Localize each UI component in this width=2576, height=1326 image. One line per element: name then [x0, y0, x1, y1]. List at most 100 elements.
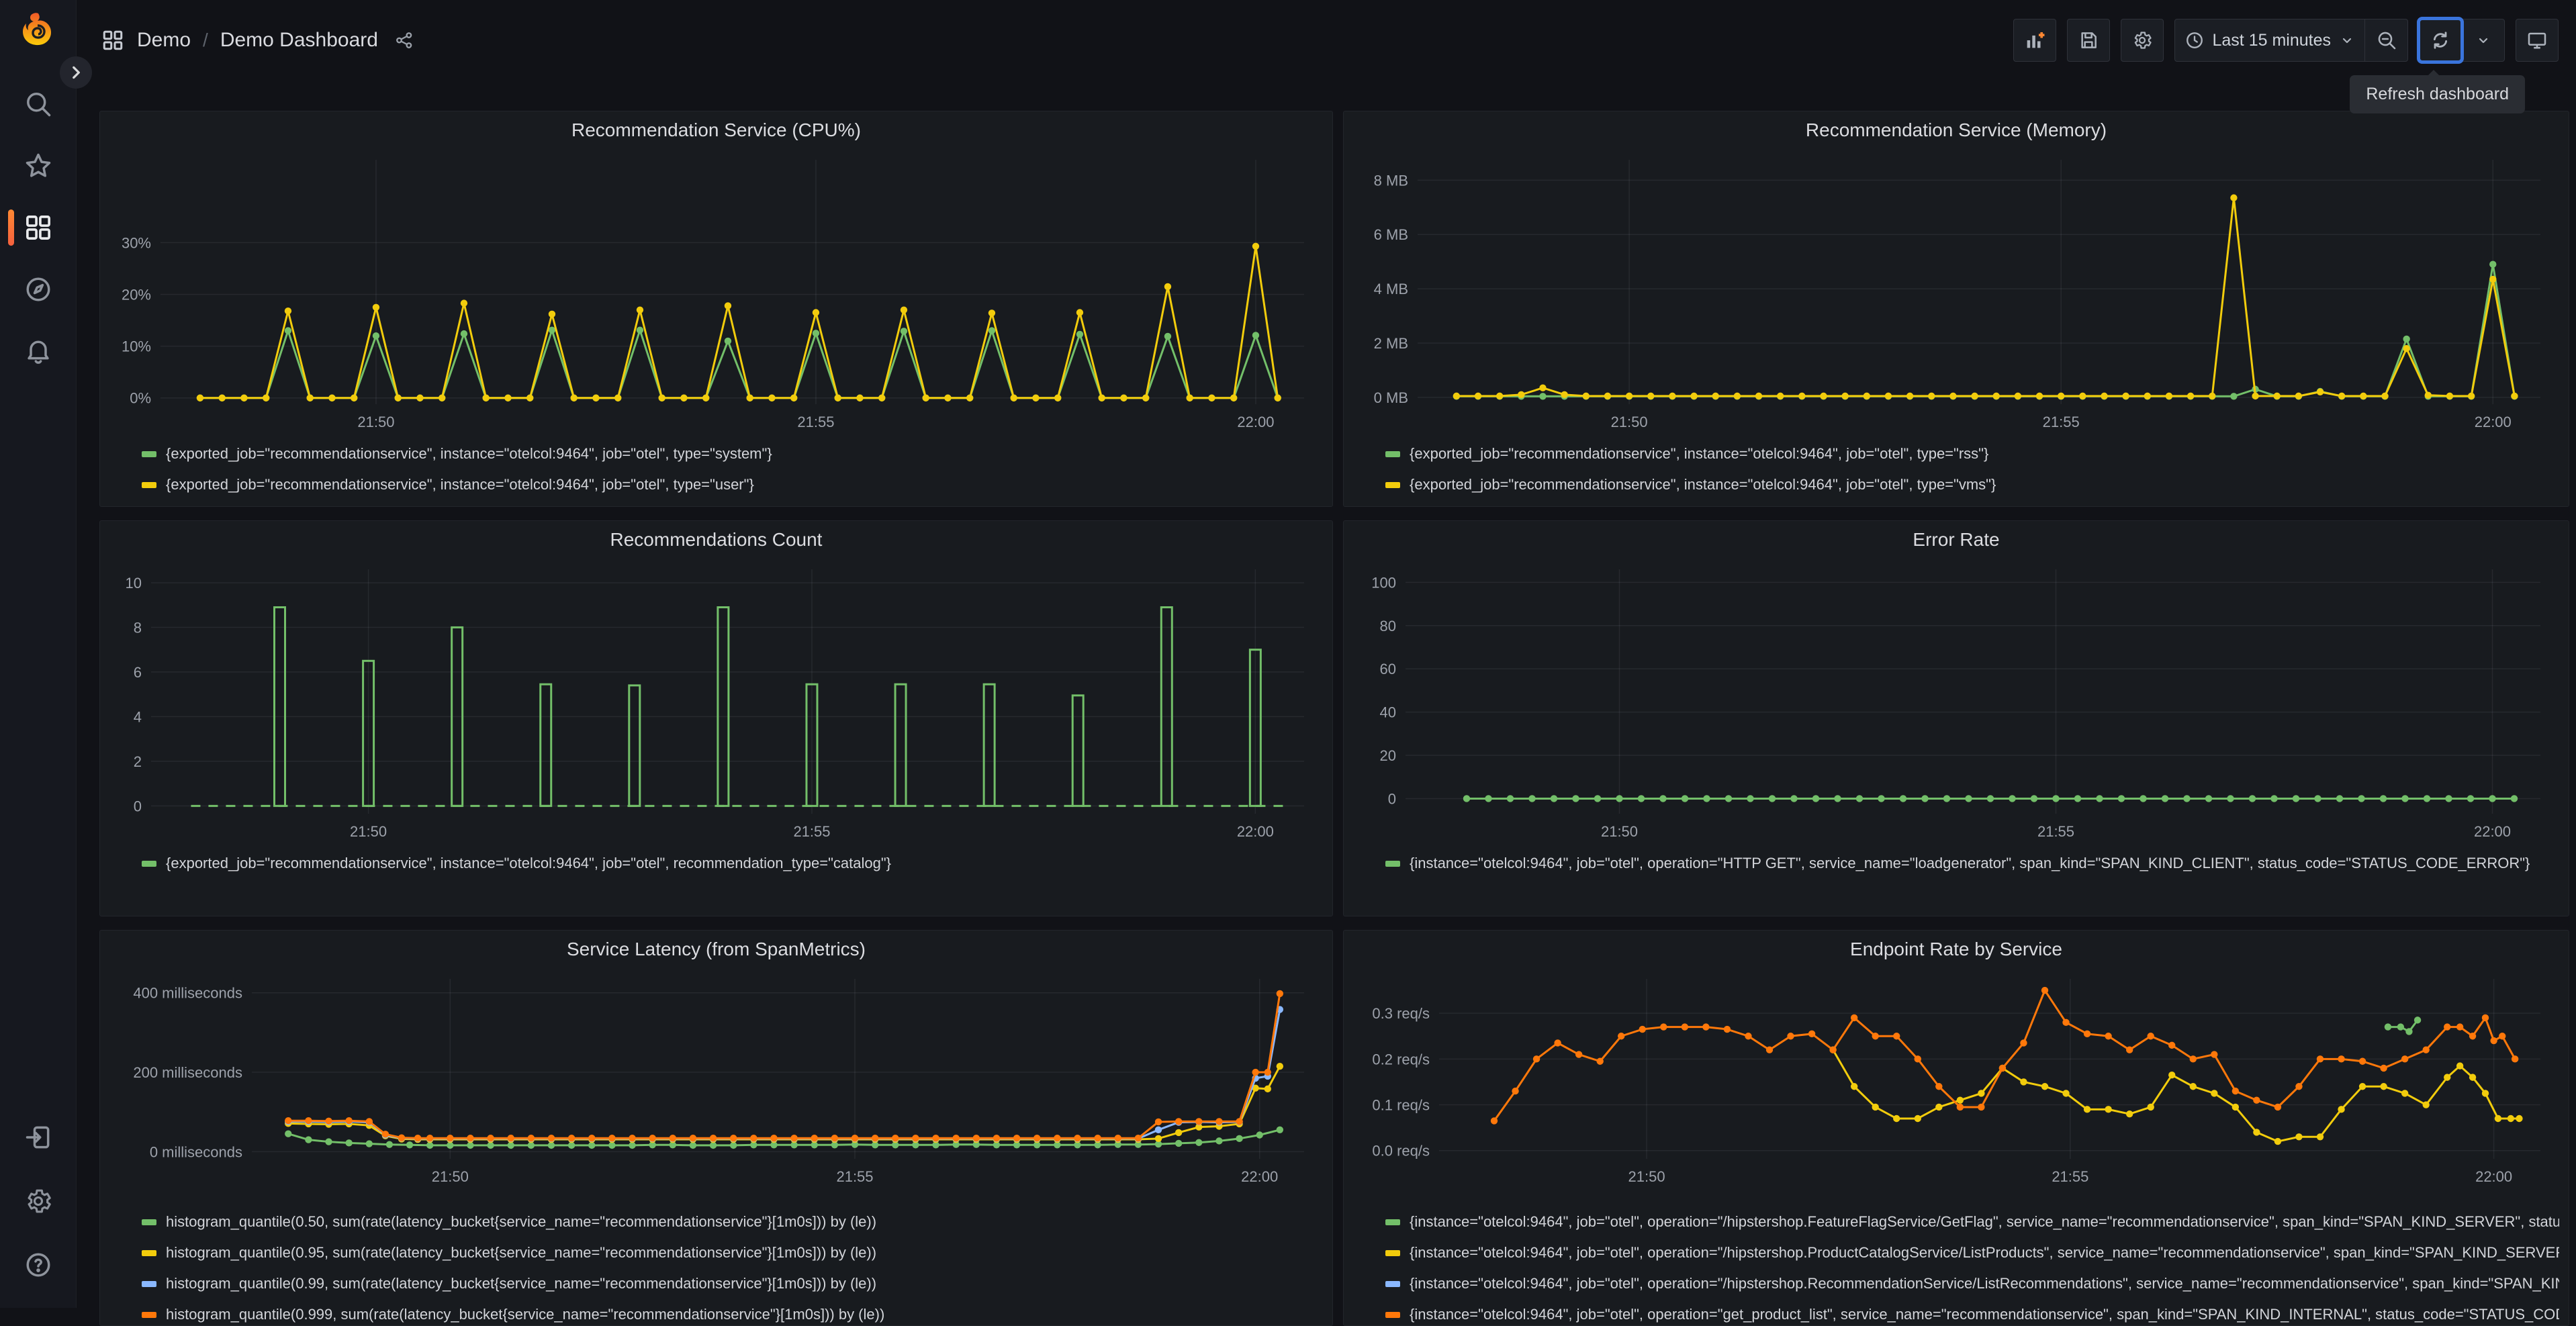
legend-label[interactable]: histogram_quantile(0.99, sum(rate(latenc… — [166, 1275, 876, 1292]
panel-title[interactable]: Endpoint Rate by Service — [1353, 931, 2559, 968]
legend-item[interactable]: {instance="otelcol:9464", job="otel", op… — [1385, 1268, 2559, 1299]
panel-title[interactable]: Error Rate — [1353, 521, 2559, 559]
refresh-icon — [2433, 32, 2448, 49]
monitor-icon — [2528, 32, 2546, 49]
sidebar-item-dashboards[interactable] — [21, 210, 56, 245]
legend-item[interactable]: histogram_quantile(0.95, sum(rate(latenc… — [142, 1237, 1323, 1268]
x-axis-tick-label: 21:55 — [2043, 414, 2080, 430]
x-axis-tick-label: 21:55 — [793, 823, 830, 840]
panel-title[interactable]: Recommendations Count — [109, 521, 1323, 559]
y-axis-tick-label: 0.0 req/s — [1372, 1143, 1430, 1159]
x-axis-tick-label: 21:50 — [1628, 1168, 1665, 1185]
refresh-tooltip-text: Refresh dashboard — [2366, 85, 2509, 103]
time-series-plot[interactable]: 21:50 21:55 22:00 0 milliseconds 200 millise… — [109, 968, 1323, 1190]
y-axis-tick-label: 6 MB — [1374, 226, 1408, 243]
grafana-app: Demo / Demo Dashboard Last 15 minutes Re… — [0, 0, 2576, 1326]
time-series-plot[interactable]: 21:50 21:55 22:00 0 MB 2 MB 4 MB 6 MB 8 MB — [1353, 149, 2559, 435]
legend-item[interactable]: {exported_job="recommendationservice", i… — [142, 438, 1323, 469]
y-axis-tick-label: 20 — [1380, 747, 1396, 764]
y-axis-tick-label: 80 — [1380, 618, 1396, 634]
legend-item[interactable]: {instance="otelcol:9464", job="otel", op… — [1385, 848, 2559, 879]
legend-swatch-icon — [142, 1219, 156, 1225]
panel-title[interactable]: Recommendation Service (CPU%) — [109, 111, 1323, 149]
legend-label[interactable]: {instance="otelcol:9464", job="otel", op… — [1410, 1275, 2559, 1292]
legend-label[interactable]: {instance="otelcol:9464", job="otel", op… — [1410, 1306, 2559, 1323]
y-axis-tick-label: 100 — [1371, 574, 1396, 591]
legend-swatch-icon — [1385, 1311, 1400, 1318]
panel-title[interactable]: Recommendation Service (Memory) — [1353, 111, 2559, 149]
breadcrumb-page[interactable]: Demo Dashboard — [220, 29, 378, 52]
chevron-down-icon — [2342, 38, 2352, 44]
y-axis-tick-label: 10 — [126, 575, 142, 591]
search-icon — [27, 93, 51, 117]
legend-label[interactable]: {instance="otelcol:9464", job="otel", op… — [1410, 855, 2530, 872]
legend-swatch-icon — [142, 860, 156, 867]
sidebar-expand-button[interactable] — [60, 56, 92, 89]
panel-title[interactable]: Service Latency (from SpanMetrics) — [109, 931, 1323, 968]
dashboard-settings-button[interactable] — [2120, 19, 2164, 62]
save-icon — [2080, 32, 2097, 48]
time-range-picker[interactable]: Last 15 minutes — [2174, 19, 2365, 62]
x-axis-tick-label: 22:00 — [1237, 823, 1274, 840]
dashboard-grid: Recommendation Service (CPU%) 21:50 21:55 2… — [99, 111, 2569, 1326]
x-axis-tick-label: 21:55 — [2037, 823, 2074, 840]
legend-item[interactable]: {exported_job="recommendationservice", i… — [142, 848, 1323, 879]
legend-item[interactable]: {instance="otelcol:9464", job="otel", op… — [1385, 1237, 2559, 1268]
chevron-down-icon — [2479, 38, 2487, 44]
sidebar-item-alerting[interactable] — [21, 334, 56, 369]
sidebar-item-help[interactable] — [21, 1247, 56, 1282]
y-axis-tick-label: 4 — [134, 708, 142, 725]
legend-label[interactable]: {exported_job="recommendationservice", i… — [166, 476, 754, 493]
time-series-plot[interactable]: 21:50 21:55 22:00 0 2 4 6 8 10 — [109, 559, 1323, 845]
sign-in-icon — [26, 1126, 50, 1149]
legend-item[interactable]: histogram_quantile(0.99, sum(rate(latenc… — [142, 1268, 1323, 1299]
y-axis-tick-label: 0 MB — [1374, 389, 1408, 406]
panel-legend: {instance="otelcol:9464", job="otel", op… — [1385, 1206, 2559, 1325]
legend-item[interactable]: {exported_job="recommendationservice", i… — [142, 469, 1323, 500]
legend-label[interactable]: {instance="otelcol:9464", job="otel", op… — [1410, 1244, 2559, 1262]
legend-label[interactable]: histogram_quantile(0.999, sum(rate(laten… — [166, 1306, 884, 1323]
add-panel-button[interactable] — [2013, 19, 2056, 62]
zoom-out-icon — [2378, 32, 2395, 50]
x-axis-tick-label: 22:00 — [2474, 823, 2511, 840]
y-axis-tick-label: 0.1 req/s — [1372, 1097, 1430, 1114]
y-axis-tick-label: 30% — [122, 234, 151, 251]
sidebar-item-configuration[interactable] — [21, 1184, 56, 1219]
sidebar-item-sign-in[interactable] — [21, 1120, 56, 1155]
share-dashboard-button[interactable] — [394, 30, 414, 50]
legend-item[interactable]: {exported_job="recommendationservice", i… — [1385, 438, 2559, 469]
legend-swatch-icon — [1385, 1280, 1400, 1287]
legend-label[interactable]: {exported_job="recommendationservice", i… — [1410, 445, 1988, 463]
kiosk-mode-button[interactable] — [2516, 19, 2559, 62]
legend-swatch-icon — [1385, 1249, 1400, 1256]
zoom-out-button[interactable] — [2365, 19, 2408, 62]
x-axis-tick-label: 21:55 — [836, 1168, 873, 1185]
breadcrumb-section[interactable]: Demo — [137, 29, 191, 52]
gear-icon — [2134, 32, 2152, 49]
legend-label[interactable]: histogram_quantile(0.50, sum(rate(latenc… — [166, 1213, 876, 1231]
legend-label[interactable]: histogram_quantile(0.95, sum(rate(latenc… — [166, 1244, 876, 1262]
sidebar-item-explore[interactable] — [21, 272, 56, 307]
refresh-button[interactable] — [2417, 17, 2464, 64]
sidebar-item-search[interactable] — [21, 87, 56, 122]
save-dashboard-button[interactable] — [2066, 19, 2110, 62]
legend-item[interactable]: {instance="otelcol:9464", job="otel", op… — [1385, 1299, 2559, 1325]
legend-label[interactable]: {exported_job="recommendationservice", i… — [166, 855, 891, 872]
legend-item[interactable]: {instance="otelcol:9464", job="otel", op… — [1385, 1206, 2559, 1237]
legend-item[interactable]: histogram_quantile(0.999, sum(rate(laten… — [142, 1299, 1323, 1325]
legend-item[interactable]: {exported_job="recommendationservice", i… — [1385, 469, 2559, 500]
time-series-plot[interactable]: 21:50 21:55 22:00 0% 10% 20% 30% — [109, 149, 1323, 435]
x-axis-tick-label: 21:50 — [350, 823, 387, 840]
legend-item[interactable]: histogram_quantile(0.50, sum(rate(latenc… — [142, 1206, 1323, 1237]
breadcrumb: Demo / Demo Dashboard — [101, 19, 414, 62]
time-series-plot[interactable]: 21:50 21:55 22:00 0 20 40 60 80 100 — [1353, 559, 2559, 845]
legend-label[interactable]: {exported_job="recommendationservice", i… — [166, 445, 772, 463]
x-axis-tick-label: 21:50 — [1611, 414, 1648, 430]
refresh-interval-dropdown[interactable] — [2462, 19, 2505, 62]
time-series-plot[interactable]: 21:50 21:55 22:00 0.0 req/s 0.1 req/s 0.2 req… — [1353, 968, 2559, 1190]
grafana-logo-icon[interactable] — [16, 11, 59, 54]
legend-label[interactable]: {instance="otelcol:9464", job="otel", op… — [1410, 1213, 2559, 1231]
sidebar-item-starred[interactable] — [21, 148, 56, 183]
legend-label[interactable]: {exported_job="recommendationservice", i… — [1410, 476, 1996, 493]
y-axis-tick-label: 4 MB — [1374, 281, 1408, 297]
